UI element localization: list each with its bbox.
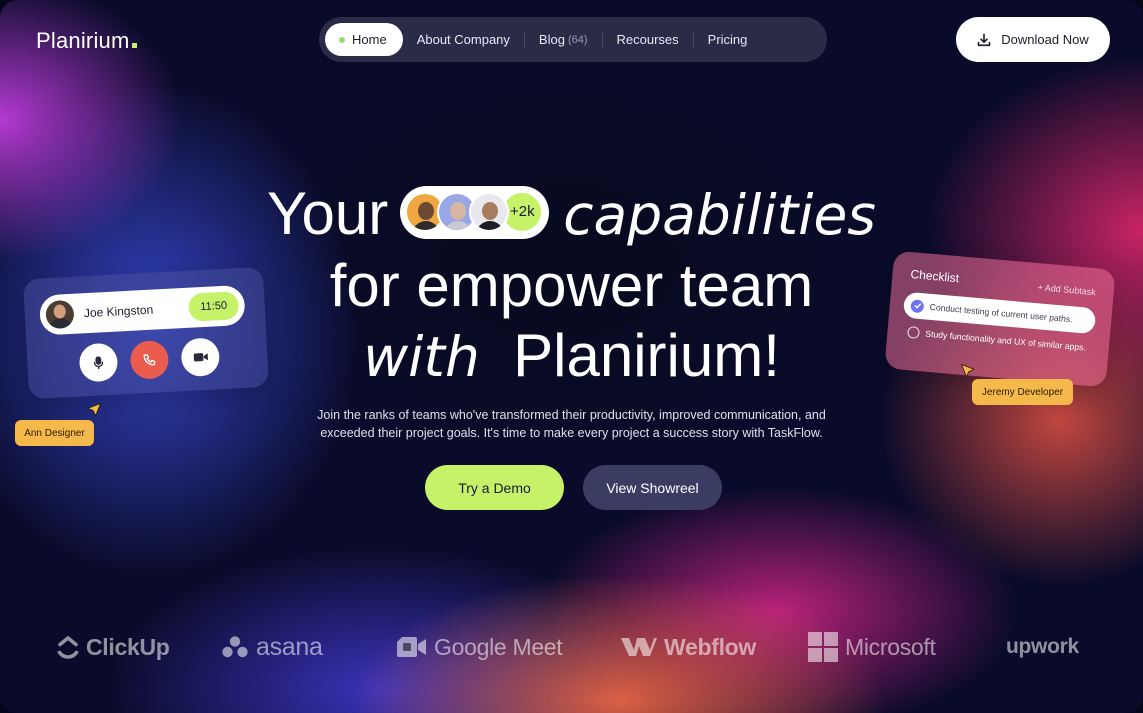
end-call-button[interactable] (129, 339, 170, 380)
checklist-item-text: Study functionality and UX of similar ap… (925, 328, 1087, 353)
clickup-logo-icon (57, 636, 79, 659)
avatar (469, 192, 510, 233)
headline-line-1: Your +2k capabilities (0, 178, 1143, 251)
blog-count: (64) (567, 33, 588, 46)
checklist-item-text: Conduct testing of current user paths. (929, 301, 1073, 325)
brand-name: asana (256, 632, 323, 661)
subtitle-line: Join the ranks of teams who've transform… (317, 408, 826, 422)
cursor-pointer-icon (87, 403, 101, 417)
nav-item-label: Home (352, 32, 387, 47)
add-subtask-link[interactable]: + Add Subtask (1037, 282, 1096, 297)
nav-item-pricing[interactable]: Pricing (694, 23, 762, 56)
call-widget: Joe Kingston 11:50 (23, 266, 269, 400)
headline-word-planirium: Planirium! (513, 322, 780, 389)
brand-google-meet: Google Meet (397, 625, 563, 669)
nav-item-resources[interactable]: Recourses (603, 23, 693, 56)
cursor-tag-jeremy: Jeremy Developer (972, 379, 1073, 405)
partner-logos: ClickUp asana Google Meet Webflow Micros… (0, 625, 1143, 669)
view-showreel-button[interactable]: View Showreel (583, 465, 722, 510)
brand-name: upwork (1006, 635, 1079, 658)
nav-item-blog[interactable]: Blog (64) (525, 23, 602, 56)
brand-logo[interactable]: Planirium (36, 28, 137, 54)
brand-upwork: upwork (1006, 625, 1079, 669)
hero-background: Planirium Home About Company Blog (64) R… (0, 0, 1143, 713)
caller-pill: Joe Kingston 11:50 (38, 284, 246, 336)
brand-name: ClickUp (86, 633, 170, 660)
nav-item-home[interactable]: Home (325, 23, 403, 56)
nav-item-about[interactable]: About Company (403, 23, 524, 56)
caller-name: Joe Kingston (83, 302, 154, 321)
webflow-logo-icon (621, 638, 657, 656)
checkbox-checked-icon[interactable] (910, 298, 925, 313)
brand-name: Google Meet (434, 633, 563, 660)
brand-microsoft: Microsoft (808, 625, 936, 669)
headline-word-your: Your (267, 180, 389, 247)
download-button[interactable]: Download Now (956, 17, 1110, 62)
phone-icon (143, 354, 156, 366)
brand-name: Webflow (664, 633, 757, 660)
brand-webflow: Webflow (621, 625, 756, 669)
nav-item-label: Recourses (616, 32, 679, 47)
main-nav: Home About Company Blog (64) Recourses P… (319, 17, 827, 62)
nav-item-label: Pricing (707, 32, 748, 47)
download-icon (977, 33, 991, 46)
logo-dot (131, 43, 137, 48)
checklist-widget: Checklist + Add Subtask Conduct testing … (884, 250, 1116, 388)
avatar (45, 299, 75, 330)
checkbox-empty-icon[interactable] (906, 326, 920, 340)
brand-asana: asana (221, 625, 323, 669)
subtitle-line: exceeded their project goals. It's time … (320, 426, 823, 440)
nav-item-label: Blog (538, 32, 565, 47)
google-meet-logo-icon (397, 637, 426, 657)
logo-text: Planirium (36, 28, 130, 53)
microphone-icon (93, 356, 104, 370)
mute-button[interactable] (78, 342, 119, 383)
try-demo-button[interactable]: Try a Demo (425, 465, 564, 510)
video-camera-icon (193, 353, 208, 362)
brand-clickup: ClickUp (57, 625, 170, 669)
team-avatars[interactable]: +2k (400, 185, 550, 239)
brand-name: Microsoft (845, 633, 936, 660)
active-dot-icon (339, 36, 345, 43)
call-timer: 11:50 (188, 291, 240, 322)
microsoft-logo-icon (808, 632, 838, 662)
headline-word-with: with (363, 325, 480, 389)
nav-item-label: About Company (416, 32, 510, 47)
cursor-tag-ann: Ann Designer (15, 420, 94, 446)
hero-subtitle: Join the ranks of teams who've transform… (0, 406, 1143, 442)
download-label: Download Now (1001, 32, 1089, 47)
camera-button[interactable] (180, 337, 221, 378)
headline-word-capabilities: capabilities (563, 183, 876, 247)
asana-logo-icon (222, 636, 248, 658)
cursor-pointer-icon (961, 364, 975, 378)
checklist-title: Checklist (909, 267, 960, 286)
